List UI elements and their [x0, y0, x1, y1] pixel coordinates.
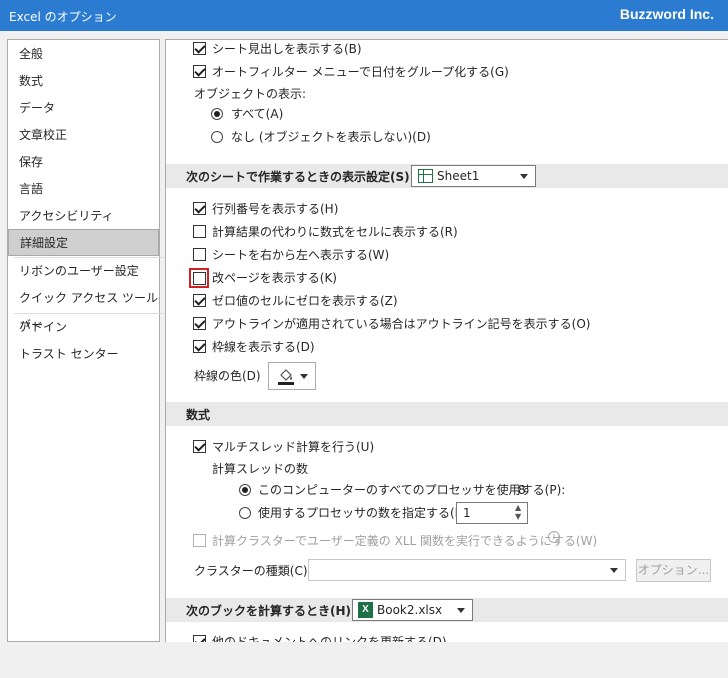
- options-panel: シート見出しを表示する(B) オートフィルター メニューで日付をグループ化する(…: [165, 39, 728, 642]
- sidebar-item-accessibility[interactable]: アクセシビリティ: [8, 203, 159, 230]
- objects-label: オブジェクトの表示:: [194, 87, 307, 101]
- objects-all-radio[interactable]: [211, 108, 223, 120]
- sidebar-item-trust-center[interactable]: トラスト センター: [8, 341, 159, 368]
- cluster-checkbox[interactable]: [193, 534, 206, 547]
- sidebar-item-data[interactable]: データ: [8, 95, 159, 122]
- multithread-label: マルチスレッド計算を行う(U): [212, 440, 375, 454]
- sheet-icon: [418, 169, 433, 183]
- outline-symbols-checkbox[interactable]: [193, 317, 206, 330]
- brand-label: Buzzword Inc.: [619, 6, 714, 22]
- sidebar-item-save[interactable]: 保存: [8, 149, 159, 176]
- excel-icon: X: [358, 602, 373, 618]
- chevron-down-icon: [457, 608, 465, 613]
- show-headers-label: 行列番号を表示する(H): [212, 202, 339, 216]
- zero-values-checkbox[interactable]: [193, 294, 206, 307]
- right-to-left-label: シートを右から左へ表示する(W): [212, 248, 390, 262]
- window-title: Excel のオプション: [9, 10, 117, 24]
- sidebar-item-proofing[interactable]: 文章校正: [8, 122, 159, 149]
- workbook-select-value: Book2.xlsx: [377, 603, 443, 617]
- chevron-down-icon: [520, 174, 528, 179]
- gridlines-label: 枠線を表示する(D): [212, 340, 315, 354]
- sidebar-item-addins[interactable]: アドイン: [8, 314, 159, 341]
- zero-values-label: ゼロ値のセルにゼロを表示する(Z): [212, 294, 398, 308]
- sheet-select[interactable]: Sheet1: [411, 165, 536, 187]
- workbook-select[interactable]: X Book2.xlsx: [352, 599, 473, 621]
- objects-none-label: なし (オブジェクトを表示しない)(D): [231, 130, 431, 144]
- grid-color-picker[interactable]: [268, 362, 316, 390]
- processor-count-input[interactable]: 1: [463, 505, 471, 521]
- spinner-down-icon[interactable]: ▼: [515, 509, 521, 525]
- sidebar-item-general[interactable]: 全般: [8, 41, 159, 68]
- sidebar: 全般 数式 データ 文章校正 保存 言語 アクセシビリティ 詳細設定 リボンのユ…: [7, 39, 164, 642]
- multithread-checkbox[interactable]: [193, 440, 206, 453]
- workbook-calc-section-title: 次のブックを計算するとき(H):: [186, 604, 356, 618]
- title-bar: Excel のオプション Buzzword Inc.: [0, 0, 728, 31]
- cluster-type-label: クラスターの種類(C):: [194, 564, 312, 578]
- update-links-label: 他のドキュメントへのリンクを更新する(D): [212, 635, 447, 642]
- info-icon: i: [548, 531, 560, 543]
- formulas-section: 数式: [166, 402, 728, 426]
- cluster-type-select[interactable]: [308, 559, 626, 581]
- sidebar-item-customize-ribbon[interactable]: リボンのユーザー設定: [8, 258, 159, 285]
- sidebar-item-quick-access-toolbar[interactable]: クイック アクセス ツール バー: [8, 285, 159, 332]
- sidebar-item-language[interactable]: 言語: [8, 176, 159, 203]
- objects-all-label: すべて(A): [231, 107, 284, 121]
- grid-color-label: 枠線の色(D): [194, 369, 261, 383]
- manual-processors-label: 使用するプロセッサの数を指定する(M):: [258, 506, 474, 520]
- processor-count-spinner[interactable]: 1 ▲ ▼: [456, 502, 528, 524]
- right-to-left-checkbox[interactable]: [193, 248, 206, 261]
- cluster-options-button[interactable]: オプション...: [636, 559, 711, 582]
- show-sheet-tabs-checkbox[interactable]: [193, 42, 206, 55]
- manual-processors-radio[interactable]: [239, 507, 251, 519]
- objects-none-radio[interactable]: [211, 131, 223, 143]
- sheet-select-value: Sheet1: [437, 169, 480, 183]
- formulas-section-title: 数式: [186, 408, 211, 422]
- gridlines-checkbox[interactable]: [193, 340, 206, 353]
- group-dates-checkbox[interactable]: [193, 65, 206, 78]
- chevron-down-icon: [300, 374, 308, 379]
- group-dates-label: オートフィルター メニューで日付をグループ化する(G): [212, 65, 509, 79]
- sidebar-item-advanced[interactable]: 詳細設定: [8, 229, 159, 256]
- show-formulas-label: 計算結果の代わりに数式をセルに表示する(R): [212, 225, 458, 239]
- processor-count-value: 8: [518, 483, 526, 497]
- cluster-label: 計算クラスターでユーザー定義の XLL 関数を実行できるようにする(W): [212, 534, 598, 548]
- sheet-display-section-title: 次のシートで作業するときの表示設定(S):: [186, 170, 415, 184]
- page-breaks-label: 改ページを表示する(K): [212, 271, 337, 285]
- show-headers-checkbox[interactable]: [193, 202, 206, 215]
- page-breaks-checkbox[interactable]: [193, 272, 206, 285]
- show-sheet-tabs-label: シート見出しを表示する(B): [212, 42, 362, 56]
- outline-symbols-label: アウトラインが適用されている場合はアウトライン記号を表示する(O): [212, 317, 591, 331]
- sidebar-item-formulas[interactable]: 数式: [8, 68, 159, 95]
- threads-label: 計算スレッドの数: [212, 462, 309, 476]
- use-all-processors-radio[interactable]: [239, 484, 251, 496]
- update-links-checkbox[interactable]: [193, 635, 206, 642]
- chevron-down-icon: [610, 568, 618, 573]
- show-formulas-checkbox[interactable]: [193, 225, 206, 238]
- paint-bucket-icon: [278, 369, 294, 385]
